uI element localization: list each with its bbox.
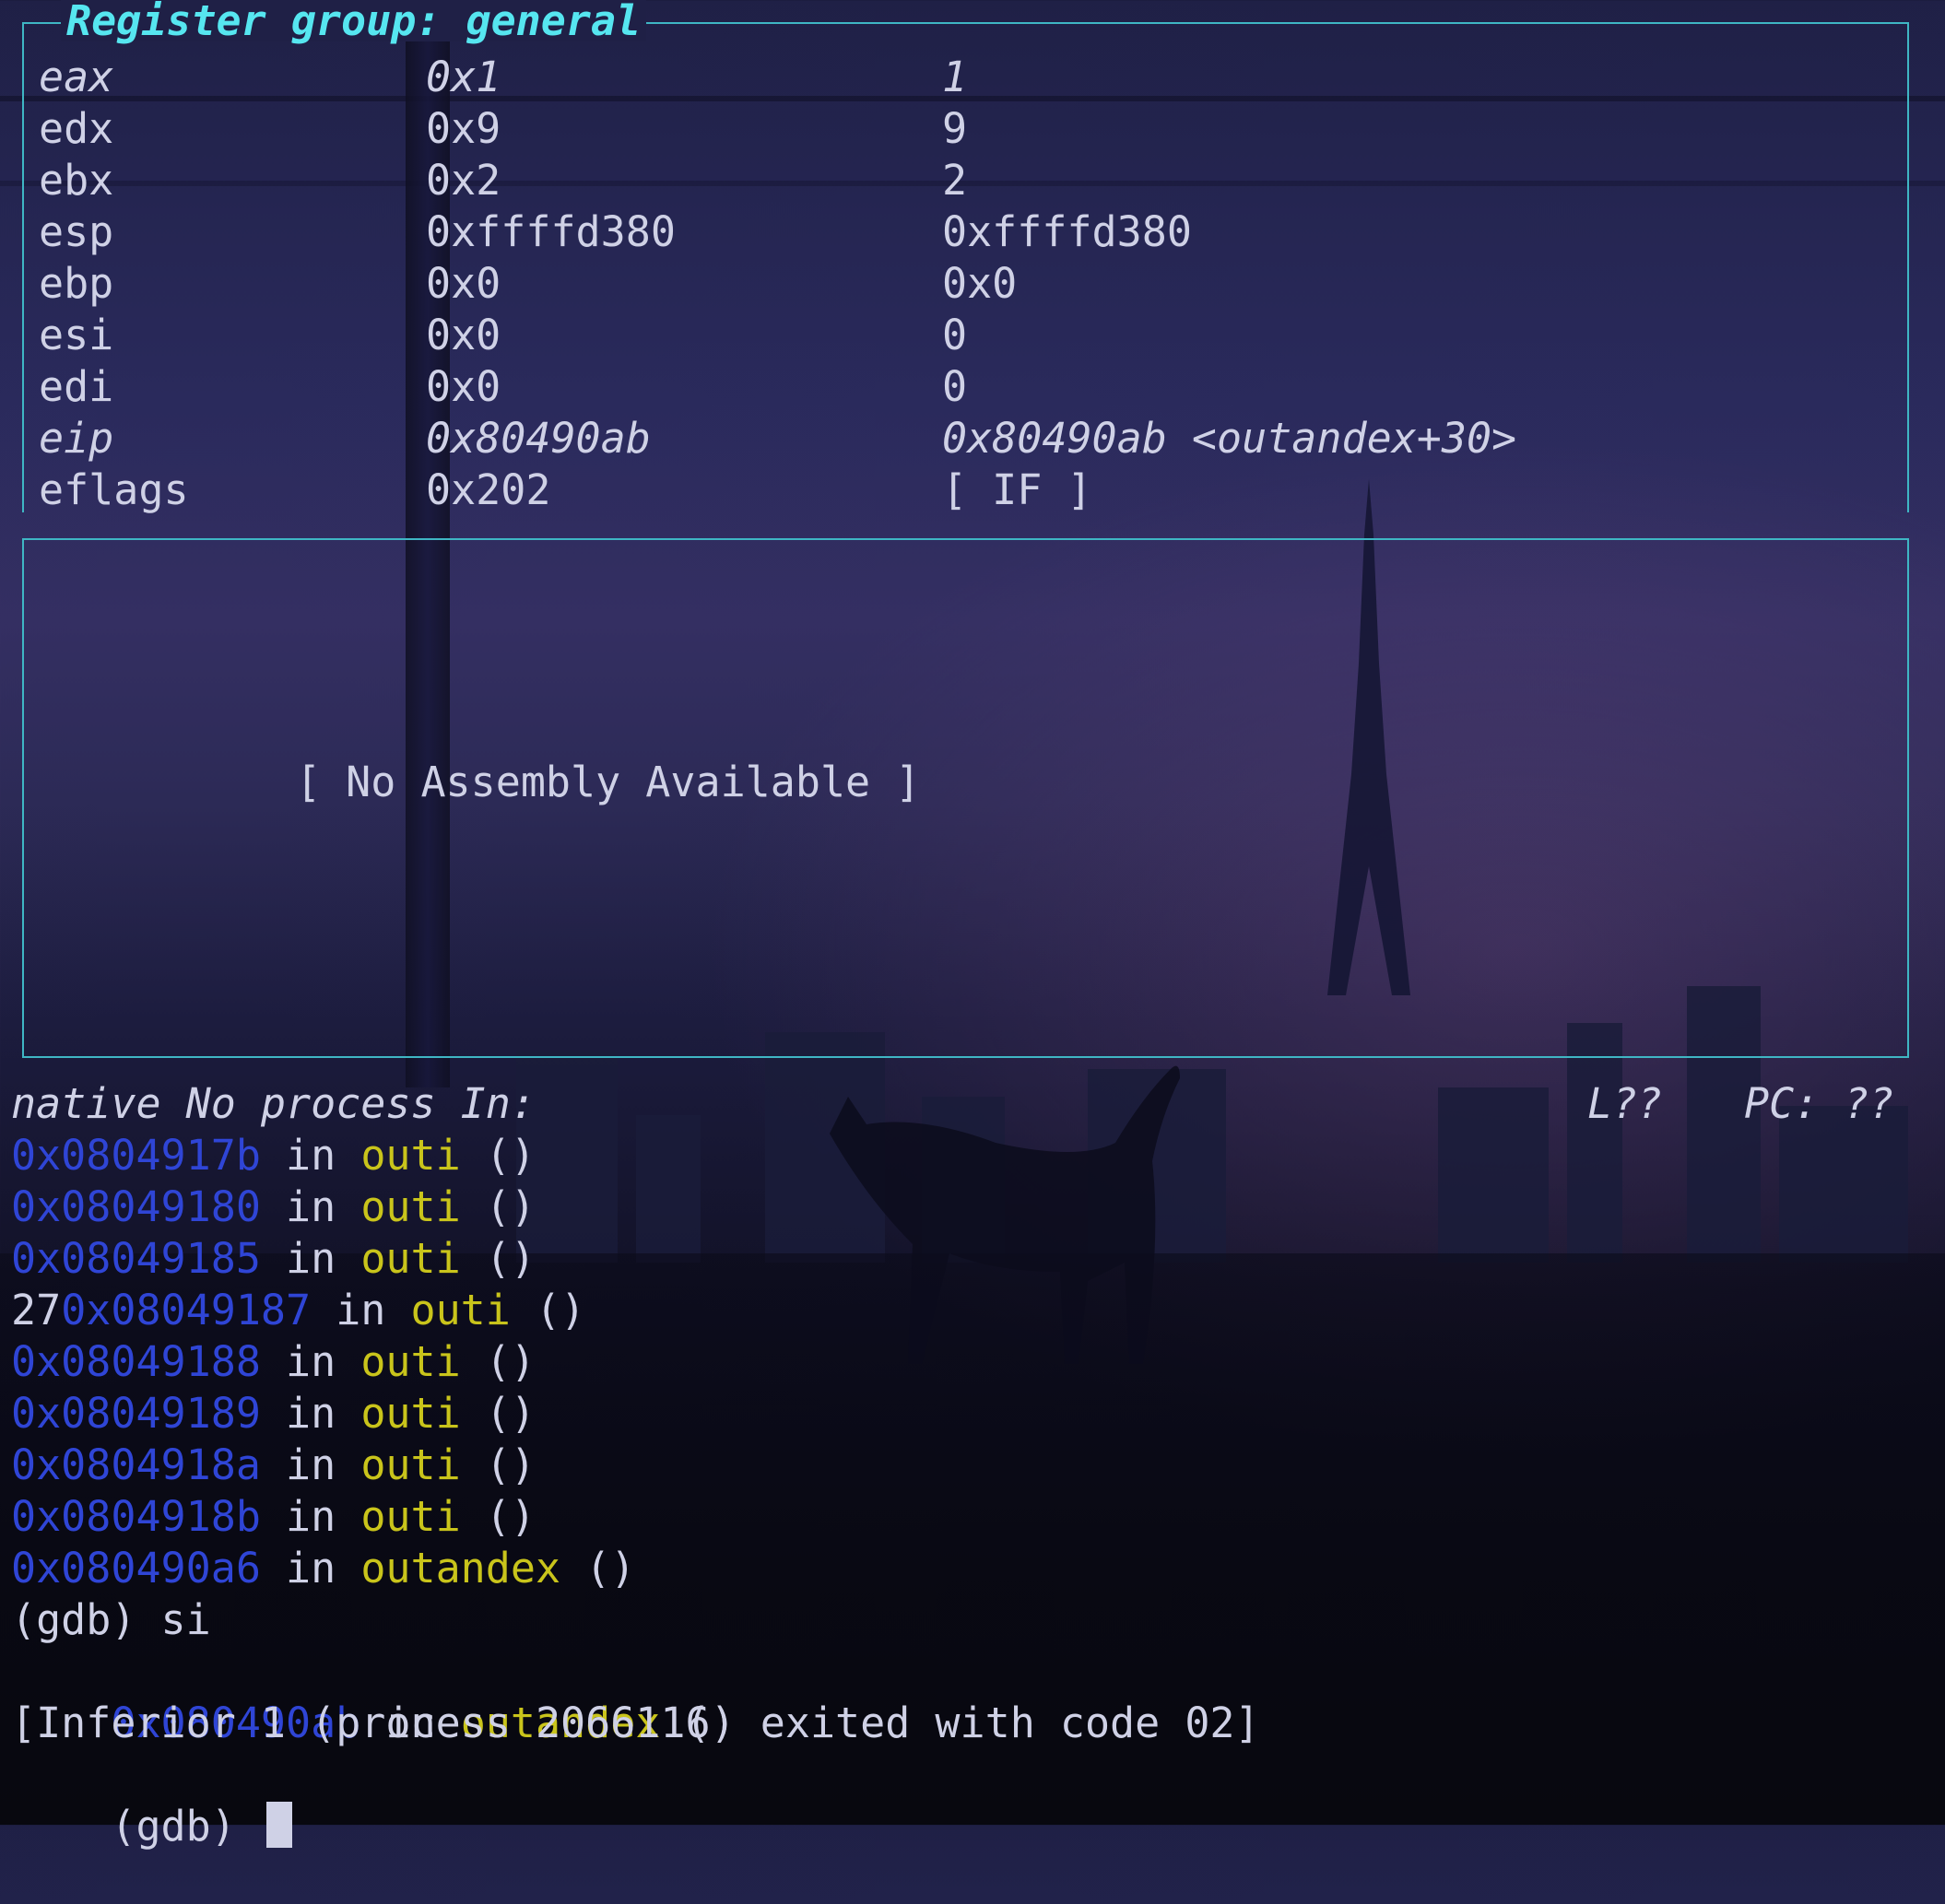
register-name: ebp xyxy=(39,259,114,308)
frame-args: () xyxy=(460,1389,536,1438)
frame-line: 0x08049188 in outi () xyxy=(11,1336,1938,1388)
register-name: eax xyxy=(39,53,114,101)
frame-function: outi xyxy=(360,1492,461,1541)
register-name: eflags xyxy=(39,465,189,514)
command-line: (gdb) si xyxy=(11,1595,211,1644)
frame-address: 0x0804918a xyxy=(11,1440,261,1489)
frame-args: () xyxy=(460,1492,536,1541)
register-name: edx xyxy=(39,104,114,153)
register-value: 2 xyxy=(942,156,968,205)
frame-line: 0x08049185 in outi () xyxy=(11,1233,1938,1285)
frame-function: outi xyxy=(360,1182,461,1231)
prompt-line[interactable]: (gdb) xyxy=(11,1749,1938,1851)
frame-address: 0x08049180 xyxy=(11,1182,261,1231)
frame-address: 0x080490a6 xyxy=(11,1544,261,1593)
register-hex: 0x9 xyxy=(426,104,501,153)
register-value: 0x0 xyxy=(942,259,1018,308)
frame-function: outi xyxy=(410,1286,511,1334)
frame-args: () xyxy=(460,1337,536,1386)
register-hex: 0x0 xyxy=(426,311,501,359)
assembly-pane: [ No Assembly Available ] xyxy=(22,538,1909,1058)
register-name: ebx xyxy=(39,156,114,205)
register-hex: 0x1 xyxy=(426,53,501,101)
status-process-info: native No process In: xyxy=(11,1079,536,1128)
register-value: 0 xyxy=(942,362,968,411)
register-hex: 0x0 xyxy=(426,259,501,308)
frame-args: () xyxy=(460,1440,536,1489)
frame-address: 0x08049188 xyxy=(11,1337,261,1386)
frame-in: in xyxy=(260,1440,361,1489)
frame-in: in xyxy=(260,1234,361,1283)
frame-line: 270x08049187 in outi () xyxy=(11,1285,1938,1336)
frame-function: outandex xyxy=(360,1544,561,1593)
no-assembly-message: [ No Assembly Available ] xyxy=(296,758,921,806)
frame-function: outi xyxy=(360,1131,461,1180)
frame-args: () xyxy=(510,1286,586,1334)
frame-line: 0x080490ab in outandex () xyxy=(11,1646,1938,1747)
register-name: eip xyxy=(39,414,114,463)
register-value: 0 xyxy=(942,311,968,359)
register-value: [ IF ] xyxy=(942,465,1092,514)
register-hex: 0x202 xyxy=(426,465,551,514)
frame-line: 0x0804918b in outi () xyxy=(11,1491,1938,1543)
frame-line-number: 27 xyxy=(11,1286,62,1334)
frame-in: in xyxy=(260,1389,361,1438)
frame-function: outi xyxy=(360,1234,461,1283)
register-name: esi xyxy=(39,311,114,359)
text-cursor[interactable] xyxy=(265,1802,292,1848)
register-name: edi xyxy=(39,362,114,411)
gdb-prompt: (gdb) xyxy=(111,1802,261,1851)
frame-line: 0x0804918a in outi () xyxy=(11,1440,1938,1491)
register-hex: 0x0 xyxy=(426,362,501,411)
frame-in: in xyxy=(260,1492,361,1541)
frame-function: outi xyxy=(360,1440,461,1489)
frame-function: outi xyxy=(360,1389,461,1438)
frame-address: 0x08049189 xyxy=(11,1389,261,1438)
register-group-title: Register group: general xyxy=(61,0,647,41)
frame-function: outi xyxy=(360,1337,461,1386)
frame-in: in xyxy=(260,1544,361,1593)
frame-line: 0x0804917b in outi () xyxy=(11,1130,1938,1181)
frame-address: 0x08049185 xyxy=(11,1234,261,1283)
frame-line: 0x08049180 in outi () xyxy=(11,1181,1938,1233)
register-hex: 0x2 xyxy=(426,156,501,205)
frame-args: () xyxy=(460,1182,536,1231)
gdb-console[interactable]: 0x0804917b in outi () 0x08049180 in outi … xyxy=(11,1130,1938,1851)
status-bar: native No process In: L?? PC: ?? xyxy=(11,1078,1938,1130)
frame-in: in xyxy=(260,1337,361,1386)
frame-in: in xyxy=(260,1182,361,1231)
status-line-number: L?? xyxy=(1587,1079,1663,1128)
register-value: 1 xyxy=(942,53,968,101)
frame-address: 0x08049187 xyxy=(61,1286,312,1334)
exit-message: [Inferior 1 (process 2066116) exited wit… xyxy=(11,1698,1260,1747)
status-program-counter: PC: ?? xyxy=(1744,1079,1894,1128)
register-name: esp xyxy=(39,207,114,256)
frame-in: in xyxy=(311,1286,411,1334)
frame-args: () xyxy=(460,1131,536,1180)
frame-list: 0x0804917b in outi () 0x08049180 in outi … xyxy=(11,1130,1938,1594)
register-value: 0xffffd380 xyxy=(942,207,1192,256)
frame-address: 0x0804918b xyxy=(11,1492,261,1541)
frame-address: 0x0804917b xyxy=(11,1131,261,1180)
frame-line: 0x080490a6 in outandex () xyxy=(11,1543,1938,1594)
register-hex: 0xffffd380 xyxy=(426,207,676,256)
register-hex: 0x80490ab xyxy=(426,414,651,463)
register-value: 0x80490ab <outandex+30> xyxy=(942,414,1517,463)
frame-in: in xyxy=(260,1131,361,1180)
frame-line: 0x08049189 in outi () xyxy=(11,1388,1938,1440)
register-value: 9 xyxy=(942,104,968,153)
register-pane: Register group: general eax 0x1 1 edx 0x9 9 eb… xyxy=(22,0,1909,514)
frame-args: () xyxy=(460,1234,536,1283)
frame-args: () xyxy=(560,1544,636,1593)
